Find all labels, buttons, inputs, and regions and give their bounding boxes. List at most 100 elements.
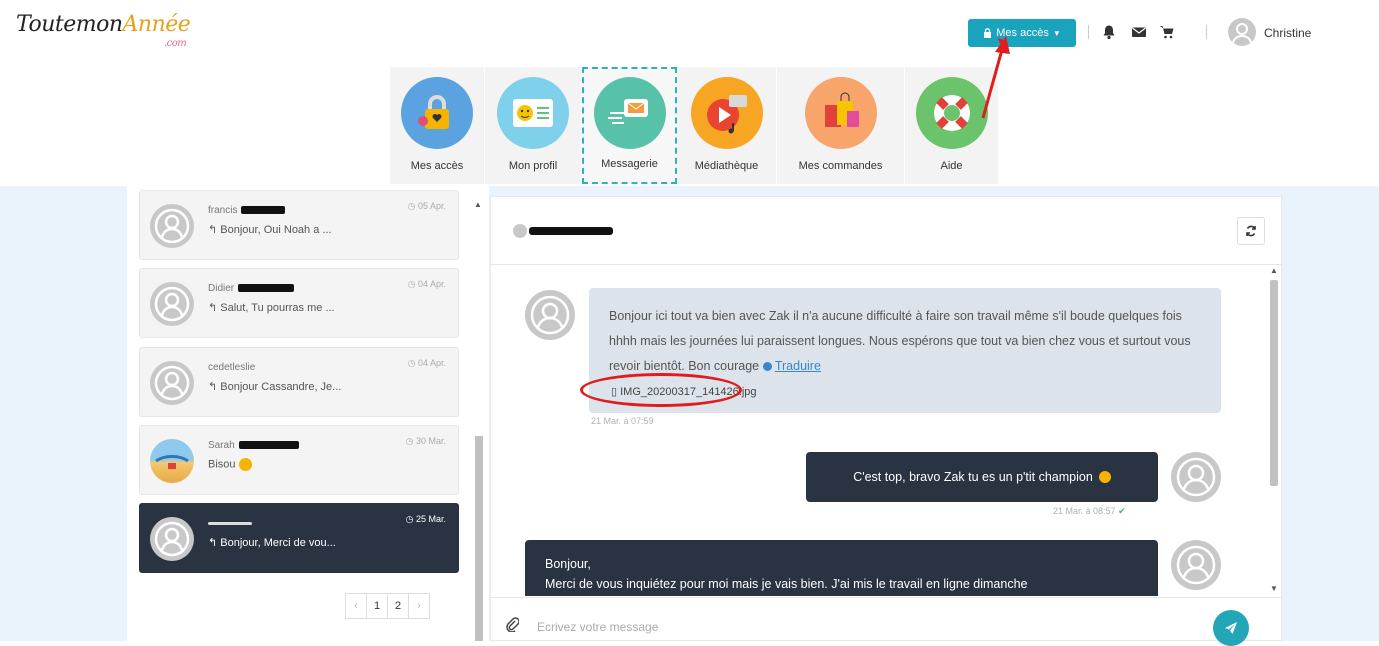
emoji-smile-icon (1098, 471, 1111, 483)
conversation-item[interactable]: Sarah ◷ 30 Mar. Bisou (139, 425, 459, 495)
conversation-preview: Bisou (208, 458, 252, 471)
pager-next[interactable]: › (408, 593, 430, 619)
top-header: ToutemonAnnée .com Mes accès ▼ Christine (0, 0, 1379, 60)
refresh-button[interactable] (1237, 217, 1265, 245)
message-input[interactable]: Ecrivez votre message (537, 620, 658, 634)
conversation-list-scrollbar[interactable]: ▲ (472, 196, 486, 641)
shopping-bags-icon (804, 77, 877, 149)
divider (1206, 25, 1207, 39)
tile-label: Mes commandes (798, 160, 883, 172)
bell-icon[interactable] (1101, 24, 1117, 40)
pager-prev[interactable]: ‹ (345, 593, 367, 619)
conversation-preview: ↰ Bonjour, Merci de vou... (208, 537, 336, 549)
avatar (150, 361, 194, 405)
conversation-item[interactable]: francis ◷ 05 Apr. ↰ Bonjour, Oui Noah a … (139, 190, 459, 260)
scroll-up-arrow[interactable]: ▲ (474, 200, 482, 209)
logo-text-accent: Année (122, 12, 191, 37)
nav-tiles: Mes accès Mon profil Messagerie Médiathè… (390, 67, 999, 184)
tile-messagerie[interactable]: Messagerie (582, 67, 677, 184)
refresh-icon (1246, 225, 1256, 237)
tile-aide[interactable]: Aide (905, 67, 999, 184)
paperclip-icon[interactable] (505, 616, 519, 632)
conversation-date: ◷ 04 Apr. (407, 358, 446, 368)
message-bubble-icon (593, 77, 666, 149)
tile-label: Mes accès (410, 160, 464, 172)
conversation-item[interactable]: cedetleslie ◷ 04 Apr. ↰ Bonjour Cassandr… (139, 347, 459, 417)
conversation-date: ◷ 04 Apr. (407, 279, 446, 289)
conversation-preview: ↰ Bonjour, Oui Noah a ... (208, 224, 332, 236)
tile-label: Aide (940, 160, 963, 172)
sender-avatar (525, 290, 575, 340)
conversation-preview: ↰ Salut, Tu pourras me ... (208, 302, 335, 314)
profile-card-icon (497, 77, 569, 149)
lock-icon (984, 28, 992, 38)
logo-text-sub: .com (164, 38, 187, 49)
tile-label: Mon profil (508, 160, 558, 172)
beach-photo-avatar (150, 439, 194, 483)
user-name[interactable]: Christine (1264, 26, 1311, 40)
conversation-name (208, 518, 252, 529)
conversation-preview: ↰ Bonjour Cassandre, Je... (208, 381, 342, 393)
tile-mon-profil[interactable]: Mon profil (485, 67, 582, 184)
my-avatar (1171, 540, 1221, 590)
tile-mes-commandes[interactable]: Mes commandes (777, 67, 905, 184)
check-icon: ✔ (1118, 506, 1126, 516)
site-logo[interactable]: ToutemonAnnée .com (16, 12, 191, 49)
cart-icon[interactable] (1159, 24, 1175, 40)
paper-plane-icon (1225, 622, 1237, 634)
scrollbar-thumb[interactable] (475, 436, 483, 641)
pagination: ‹ 1 2 › (345, 593, 430, 619)
divider (1088, 25, 1089, 39)
incoming-message-text: Bonjour ici tout va bien avec Zak il n'a… (609, 309, 1191, 373)
scroll-up-arrow[interactable]: ▲ (1270, 266, 1278, 275)
scroll-down-arrow[interactable]: ▼ (1270, 584, 1278, 593)
logo-text-main: Toutemon (16, 12, 123, 37)
globe-icon (762, 362, 772, 372)
pager-page-2[interactable]: 2 (387, 593, 409, 619)
message-thread-scrollbar[interactable]: ▲ ▼ (1267, 266, 1281, 596)
outgoing-message: Bonjour, Merci de vous inquiétez pour mo… (525, 540, 1158, 596)
mes-acces-label: Mes accès (996, 27, 1049, 39)
caret-down-icon: ▼ (1052, 28, 1061, 38)
emoji-kiss-icon (238, 458, 252, 471)
message-timestamp: 21 Mar. à 07:59 (591, 416, 654, 426)
conversation-date: ◷ 30 Mar. (405, 436, 446, 446)
outgoing-message-line: Merci de vous inquiétez pour moi mais je… (545, 577, 1028, 591)
tile-label: Messagerie (601, 158, 658, 170)
scrollbar-thumb[interactable] (1270, 280, 1278, 486)
conversation-date: ◷ 25 Mar. (405, 514, 446, 524)
tile-mediatheque[interactable]: Médiathèque (677, 67, 777, 184)
outgoing-message-line: Bonjour, (545, 557, 591, 571)
compose-bar: Ecrivez votre message (491, 597, 1281, 646)
conversation-name: Didier (208, 283, 295, 294)
user-avatar-icon[interactable] (1228, 18, 1256, 46)
conversation-name: cedetleslie (208, 362, 256, 373)
conversation-name: Sarah (208, 440, 299, 451)
padlock-icon (401, 77, 473, 149)
media-play-icon (690, 77, 763, 149)
annotation-ellipse (580, 373, 742, 407)
lifebuoy-icon (915, 77, 988, 149)
message-timestamp: 21 Mar. à 08:57 ✔ (1053, 506, 1126, 516)
message-thread: Bonjour ici tout va bien avec Zak il n'a… (491, 266, 1266, 596)
conversation-item-selected[interactable]: ◷ 25 Mar. ↰ Bonjour, Merci de vou... (139, 503, 459, 573)
mes-acces-button[interactable]: Mes accès ▼ (968, 19, 1076, 47)
contact-avatar (513, 224, 527, 238)
outgoing-message: C'est top, bravo Zak tu es un p'tit cham… (806, 452, 1158, 502)
chat-panel: Bonjour ici tout va bien avec Zak il n'a… (490, 196, 1282, 646)
my-avatar (1171, 452, 1221, 502)
tile-label: Médiathèque (694, 160, 759, 172)
chat-header (491, 197, 1281, 265)
avatar (150, 204, 194, 248)
tile-mes-acces[interactable]: Mes accès (390, 67, 485, 184)
conversation-item[interactable]: Didier ◷ 04 Apr. ↰ Salut, Tu pourras me … (139, 268, 459, 338)
avatar (150, 282, 194, 326)
conversation-name: francis (208, 205, 286, 216)
pager-page-1[interactable]: 1 (366, 593, 388, 619)
translate-link[interactable]: Traduire (775, 359, 821, 373)
avatar (150, 517, 194, 561)
outgoing-message-text: C'est top, bravo Zak tu es un p'tit cham… (853, 470, 1093, 484)
envelope-icon[interactable] (1131, 24, 1147, 40)
conversation-date: ◷ 05 Apr. (407, 201, 446, 211)
contact-name-redacted (529, 227, 613, 235)
